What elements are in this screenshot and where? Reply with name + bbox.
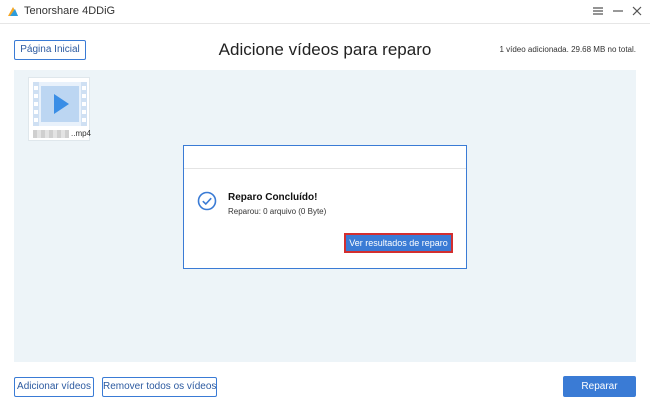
check-circle-icon	[197, 191, 217, 211]
add-videos-button[interactable]: Adicionar vídeos	[14, 377, 94, 397]
app-title: Tenorshare 4DDiG	[24, 5, 116, 17]
total-size-info: 1 vídeo adicionada. 29.68 MB no total.	[499, 45, 636, 54]
hamburger-icon[interactable]	[590, 3, 606, 19]
minimize-icon[interactable]	[610, 3, 626, 19]
video-file-name: ..mp4	[33, 129, 91, 138]
blurred-filename	[33, 129, 69, 138]
remove-all-videos-button[interactable]: Remover todos os vídeos	[102, 377, 217, 397]
repair-complete-dialog: Reparo Concluído! Reparou: 0 arquivo (0 …	[183, 145, 467, 269]
video-file-item[interactable]: ..mp4	[28, 77, 91, 141]
title-bar: Tenorshare 4DDiG	[0, 0, 650, 24]
app-logo-icon	[8, 7, 18, 16]
repair-button[interactable]: Reparar	[563, 376, 636, 397]
dialog-heading: Reparo Concluído!	[228, 192, 318, 203]
dialog-subtext: Reparou: 0 arquivo (0 Byte)	[228, 207, 327, 216]
close-icon[interactable]	[629, 3, 645, 19]
view-results-button[interactable]: Ver resultados de reparo	[344, 233, 453, 253]
video-play-icon	[33, 82, 87, 126]
dialog-header	[184, 146, 466, 169]
